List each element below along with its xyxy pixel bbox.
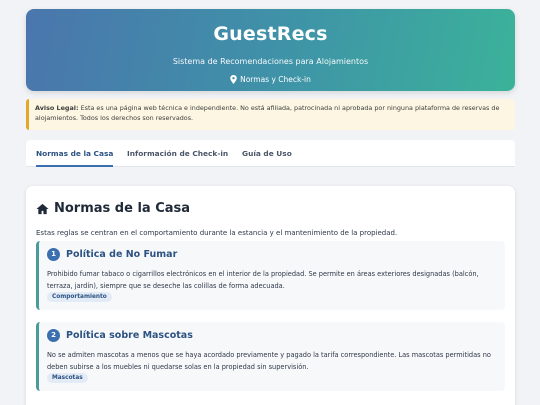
legal-notice: Aviso Legal: Esta es una página web técn… bbox=[26, 99, 515, 130]
legal-notice-label: Aviso Legal: bbox=[35, 104, 79, 112]
rule-number-badge: 2 bbox=[47, 329, 60, 342]
location-label-row: Normas y Check-in bbox=[26, 75, 515, 84]
app-subtitle: Sistema de Recomendaciones para Alojamie… bbox=[172, 57, 369, 66]
rule-header: 1 Política de No Fumar bbox=[47, 248, 177, 261]
location-label: Normas y Check-in bbox=[240, 75, 311, 84]
map-pin-icon bbox=[230, 75, 237, 84]
section-title: Normas de la Casa bbox=[54, 201, 191, 216]
section-title-row: Normas de la Casa bbox=[36, 201, 190, 216]
rule-title: Política de No Fumar bbox=[66, 249, 178, 260]
rule-category-tag: Mascotas bbox=[47, 373, 88, 383]
rule-description: Prohibido fumar tabaco o cigarrillos ele… bbox=[47, 270, 479, 290]
rule-title: Política sobre Mascotas bbox=[66, 330, 193, 341]
rule-header: 2 Política sobre Mascotas bbox=[47, 329, 193, 342]
rule-description: No se admiten mascotas a menos que se ha… bbox=[47, 351, 491, 371]
rule-card: 2 Política sobre Mascotas No se admiten … bbox=[36, 322, 505, 391]
tab-normas-de-la-casa[interactable]: Normas de la Casa bbox=[36, 140, 114, 167]
tab-guia-de-uso[interactable]: Guía de Uso bbox=[242, 140, 292, 167]
house-rules-card: Normas de la Casa Estas reglas se centra… bbox=[26, 186, 515, 405]
rule-card: 1 Política de No Fumar Prohibido fumar t… bbox=[36, 241, 505, 310]
rule-number-badge: 1 bbox=[47, 248, 60, 261]
section-intro: Estas reglas se centran en el comportami… bbox=[36, 229, 398, 237]
tab-bar: Normas de la Casa Información de Check-i… bbox=[26, 140, 515, 167]
app-header: GuestRecs Sistema de Recomendaciones par… bbox=[26, 9, 515, 91]
legal-notice-text: Esta es una página web técnica e indepen… bbox=[35, 104, 500, 122]
tab-informacion-check-in[interactable]: Información de Check-in bbox=[127, 140, 228, 167]
rule-category-tag: Comportamiento bbox=[47, 292, 112, 302]
home-icon bbox=[36, 203, 49, 214]
app-title: GuestRecs bbox=[213, 23, 328, 45]
